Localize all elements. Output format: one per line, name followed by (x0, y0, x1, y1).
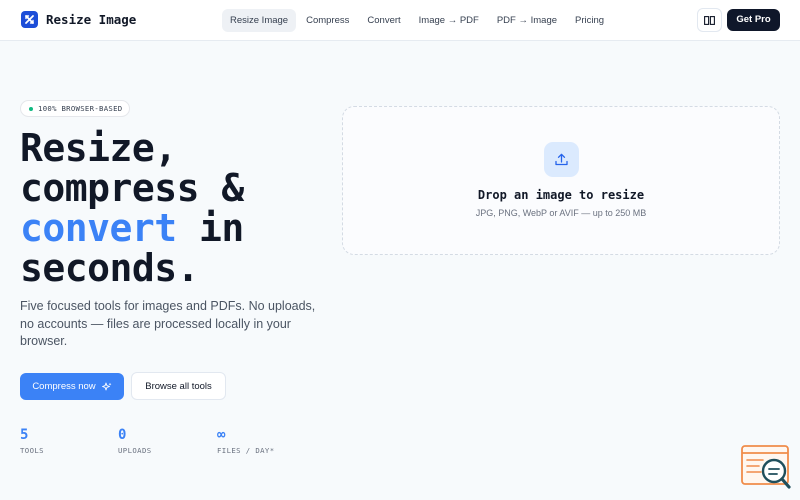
sparkle-icon (101, 382, 112, 390)
hero-subtitle: Five focused tools for images and PDFs. … (20, 299, 316, 348)
badge-label: 100% BROWSER-BASED (38, 104, 123, 113)
nav-compress[interactable]: Compress (298, 9, 357, 32)
headline-line-1: Resize, (20, 126, 177, 170)
headline-accent: convert (20, 206, 177, 250)
stat-label: UPLOADS (118, 446, 152, 455)
browser-based-badge: 100% BROWSER-BASED (20, 100, 131, 117)
logo-text: Resize Image (46, 12, 137, 27)
headline-line-4: seconds. (20, 246, 200, 290)
dropzone-subtitle: JPG, PNG, WebP or AVIF — up to 250 MB (475, 208, 647, 218)
logo[interactable]: Resize Image (21, 11, 136, 28)
main-nav: Resize Image Compress Convert Image → PD… (222, 9, 614, 32)
nav-resize-image[interactable]: Resize Image (222, 9, 297, 32)
headline-line-2: compress & (20, 166, 244, 210)
logo-icon (21, 11, 38, 28)
stat-label: FILES / DAY* (217, 446, 275, 455)
stat-label: TOOLS (20, 446, 44, 455)
status-dot (29, 106, 33, 111)
headline-line-3-rest: in (176, 206, 244, 250)
stat-value: ∞ (217, 427, 226, 443)
dropzone-title: Drop an image to resize (477, 188, 645, 202)
get-pro-button[interactable]: Get Pro (727, 9, 780, 31)
columns-icon (704, 15, 715, 25)
nav-pdf-to-image[interactable]: PDF → Image (489, 9, 565, 32)
stat-tools: 5 TOOLS (20, 427, 44, 455)
upload-icon (544, 142, 579, 177)
nav-image-to-pdf[interactable]: Image → PDF (411, 9, 487, 32)
top-header: Resize Image Resize Image Compress Conve… (0, 0, 800, 41)
layout-toggle-button[interactable] (697, 8, 722, 32)
hero-headline: Resize, compress & convert in seconds. (20, 128, 340, 288)
stat-value: 5 (20, 427, 29, 443)
floating-search-widget[interactable] (741, 445, 791, 489)
stat-files-per-day: ∞ FILES / DAY* (217, 427, 275, 455)
image-dropzone[interactable]: Drop an image to resize JPG, PNG, WebP o… (342, 106, 780, 255)
stat-uploads: 0 UPLOADS (118, 427, 152, 455)
nav-pricing[interactable]: Pricing (567, 9, 612, 32)
nav-convert[interactable]: Convert (359, 9, 408, 32)
compress-now-label: Compress now (32, 381, 96, 392)
compress-now-button[interactable]: Compress now (20, 373, 124, 400)
search-widget-icon (741, 445, 791, 489)
headline-line-3: convert in (20, 208, 340, 248)
stat-value: 0 (118, 427, 127, 443)
browse-all-tools-button[interactable]: Browse all tools (131, 372, 226, 400)
